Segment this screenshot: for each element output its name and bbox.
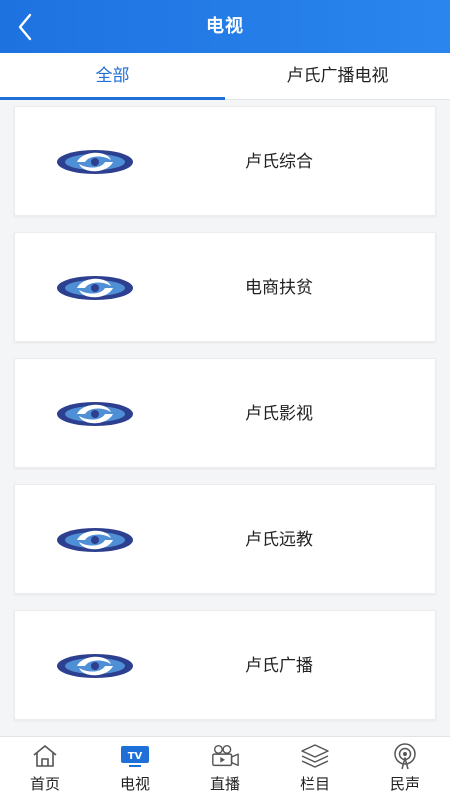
channel-label: 卢氏综合 bbox=[245, 152, 313, 172]
tv-icon: TV bbox=[120, 742, 150, 770]
swirl-logo-icon bbox=[57, 402, 133, 426]
tabbar-label: 民声 bbox=[389, 775, 420, 793]
list-item[interactable]: 电商扶贫 bbox=[14, 232, 436, 342]
bottom-tab-bar: 首页 TV 电视 直播 栏目 民声 bbox=[0, 736, 450, 800]
list-item[interactable]: 卢氏远教 bbox=[14, 484, 436, 594]
swirl-logo-icon bbox=[57, 654, 133, 678]
channel-label: 卢氏远教 bbox=[245, 530, 313, 550]
tabbar-item-voice[interactable]: 民声 bbox=[360, 737, 450, 800]
page-title: 电视 bbox=[206, 16, 244, 37]
layers-icon bbox=[300, 742, 330, 770]
tabbar-label: 电视 bbox=[119, 775, 150, 793]
tabbar-label: 首页 bbox=[29, 775, 60, 793]
channel-label: 卢氏影视 bbox=[245, 404, 313, 424]
tabbar-item-tv[interactable]: TV 电视 bbox=[90, 737, 180, 800]
tabbar-item-live[interactable]: 直播 bbox=[180, 737, 270, 800]
back-button[interactable] bbox=[0, 0, 50, 53]
list-item[interactable]: 卢氏影视 bbox=[14, 358, 436, 468]
category-tabs: 全部 卢氏广播电视 bbox=[0, 53, 450, 100]
tabbar-label: 栏目 bbox=[299, 775, 330, 793]
broadcast-icon bbox=[390, 742, 420, 770]
video-camera-icon bbox=[210, 742, 240, 770]
list-item[interactable]: 卢氏综合 bbox=[14, 106, 436, 216]
tab-lushi-broadcast-tv[interactable]: 卢氏广播电视 bbox=[225, 53, 450, 99]
channel-list: 卢氏综合 电商扶贫 卢氏影视 卢氏远教 卢氏广播 bbox=[0, 100, 450, 736]
swirl-logo-icon bbox=[57, 276, 133, 300]
tab-all[interactable]: 全部 bbox=[0, 53, 225, 100]
tabbar-item-columns[interactable]: 栏目 bbox=[270, 737, 360, 800]
tabbar-label: 直播 bbox=[209, 775, 240, 793]
svg-text:TV: TV bbox=[128, 751, 143, 762]
channel-label: 卢氏广播 bbox=[245, 656, 313, 676]
header-bar: 电视 bbox=[0, 0, 450, 53]
chevron-left-icon bbox=[18, 13, 32, 40]
channel-label: 电商扶贫 bbox=[245, 278, 313, 298]
home-icon bbox=[30, 742, 60, 770]
list-item[interactable]: 卢氏广播 bbox=[14, 610, 436, 720]
swirl-logo-icon bbox=[57, 528, 133, 552]
tabbar-item-home[interactable]: 首页 bbox=[0, 737, 90, 800]
swirl-logo-icon bbox=[57, 150, 133, 174]
